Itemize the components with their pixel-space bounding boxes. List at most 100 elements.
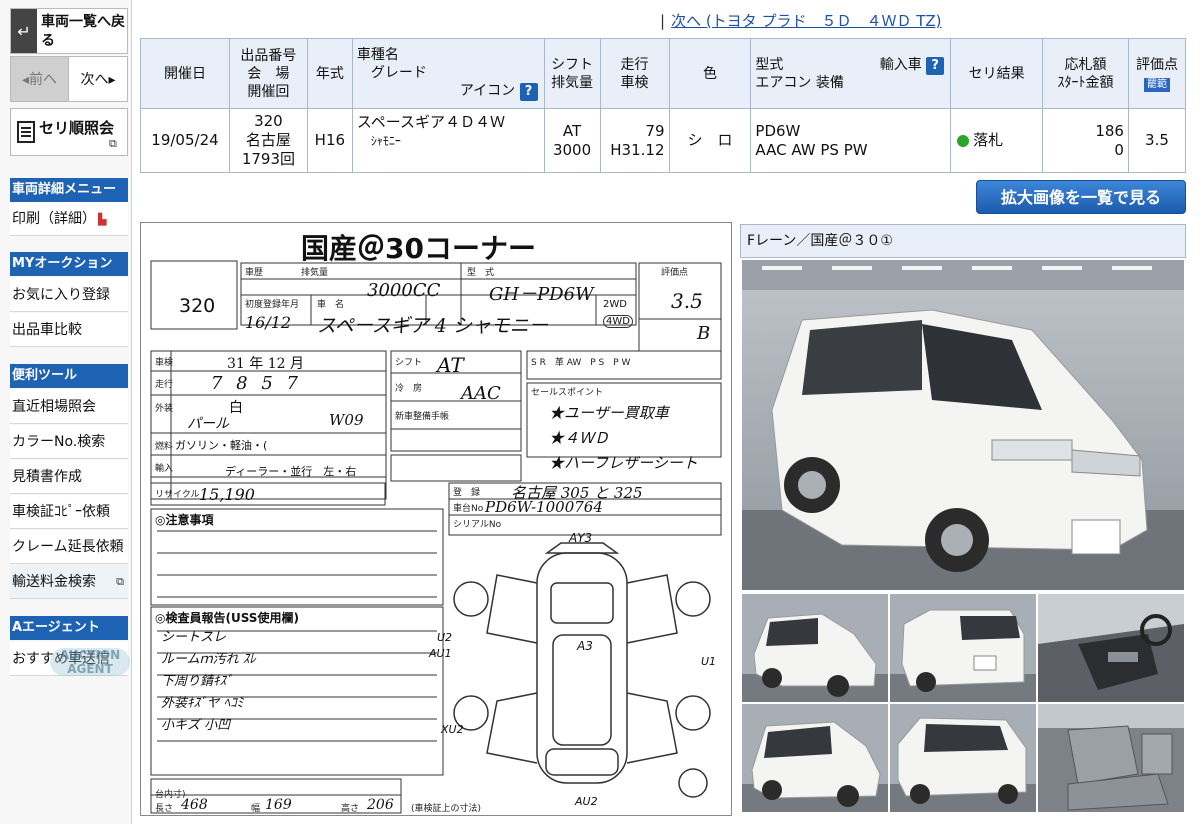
van-side-thumbnail-image	[742, 704, 888, 812]
external-window-icon: ⧉	[116, 575, 124, 588]
seats-thumbnail-image	[1038, 704, 1184, 812]
thumbnail-photo[interactable]	[1038, 594, 1184, 702]
sheet-chassis: PD6W-1000764	[485, 498, 603, 516]
recommend-link[interactable]: おすすめ車送信 AUCTION AGENT	[10, 642, 130, 676]
estimate-link[interactable]: 見積書作成	[10, 460, 128, 494]
favorite-link[interactable]: お気に入り登録	[10, 278, 128, 312]
print-label: 印刷（詳細）	[12, 211, 96, 227]
thumbnail-photo[interactable]	[890, 704, 1036, 812]
back-to-list-button[interactable]: ↵ 車両一覧へ戻る	[10, 8, 128, 54]
inspection-sheet[interactable]: 車歴 排気量 型 式 初度登録年月 車 名 評価点 車検 走行 外装 燃料 輸入 リサイクル シ…	[140, 222, 732, 816]
transport-label: 輸送料金検索	[12, 574, 96, 590]
help-icon[interactable]: ?	[926, 56, 945, 75]
col-model: 車種名 グレード アイコン ?	[351, 38, 545, 109]
svg-text:輸入: 輸入	[155, 462, 173, 474]
sheet-handle: ディーラー・並行 左・右	[225, 465, 357, 478]
col-type-line3: エアコン 装備	[755, 74, 844, 91]
col-model-line3: アイコン	[459, 83, 516, 99]
sheet-displacement: 3000CC	[367, 280, 441, 301]
svg-text:初度登録年月: 初度登録年月	[245, 298, 299, 310]
cell-bid-amount: 186	[1095, 121, 1124, 140]
cell-model-name: スペースギア４Ｄ４Ｗ	[356, 113, 506, 131]
svg-text:車 名: 車 名	[317, 298, 344, 310]
van-thumbnail-image	[742, 594, 888, 702]
cell-lot: 320 名古屋 1793回	[228, 108, 308, 173]
col-type-line2: 輸入車	[879, 56, 922, 73]
cell-start-amount: 0	[1114, 140, 1124, 159]
col-bid-line1: 応札額	[1064, 56, 1107, 73]
market-link[interactable]: 直近相場照会	[10, 390, 128, 424]
help-icon[interactable]: ?	[519, 83, 538, 101]
cell-session: 1793回	[241, 150, 295, 168]
compare-link[interactable]: 出品車比較	[10, 313, 128, 347]
enlarge-images-button[interactable]: 拡大画像を一覧で見る	[976, 180, 1186, 214]
svg-text:車台No: 車台No	[453, 502, 484, 514]
sheet-score: 3.5	[671, 289, 703, 313]
svg-text:リサイクル: リサイクル	[155, 489, 200, 500]
sidebar: ↵ 車両一覧へ戻る ◂前へ 次へ▸ セリ順照会 ⧉ 車両詳細メニュー 印刷（詳細…	[0, 0, 132, 824]
damage-mark: AU2	[575, 795, 598, 808]
svg-text:新車整備手帳: 新車整備手帳	[395, 410, 449, 422]
notes-header: ◎注意事項	[155, 513, 214, 527]
sheet-interior: B	[697, 323, 711, 344]
col-type-line1: 型式	[755, 56, 784, 73]
col-shift-line2: 排気量	[551, 74, 594, 91]
col-model-line1: 車種名	[356, 47, 399, 63]
seri-order-button[interactable]: セリ順照会 ⧉	[10, 108, 128, 156]
print-detail-link[interactable]: 印刷（詳細） ▙	[10, 202, 128, 236]
svg-text:型 式: 型 式	[467, 266, 494, 278]
sheet-ac: AAC	[461, 383, 501, 404]
inspection-copy-link[interactable]: 車検証ｺﾋﾟｰ依頼	[10, 495, 128, 529]
svg-text:幅: 幅	[251, 802, 260, 814]
dim-width: 169	[265, 797, 292, 813]
svg-text:シリアルNo: シリアルNo	[453, 520, 502, 530]
score-badge[interactable]: 罷範	[1143, 77, 1170, 92]
sheet-first-reg: 16/12	[245, 313, 292, 332]
svg-text:シフト: シフト	[395, 358, 422, 368]
thumbnail-photo[interactable]	[890, 594, 1036, 702]
col-lot: 出品番号 会 場 開催回	[228, 38, 308, 109]
damage-mark: U1	[701, 655, 717, 668]
main-vehicle-photo[interactable]	[742, 260, 1184, 590]
sales-point: ★ハーフレザーシート	[549, 454, 698, 472]
cell-bid: 186 0	[1042, 108, 1129, 173]
pdf-icon: ▙	[98, 213, 107, 226]
col-bid-line2: ｽﾀｰﾄ金額	[1057, 74, 1114, 91]
dim-height: 206	[367, 797, 394, 813]
transport-fee-link[interactable]: 輸送料金検索 ⧉	[10, 565, 128, 599]
svg-text:冷 房: 冷 房	[395, 382, 422, 394]
svg-text:評価点: 評価点	[661, 266, 688, 278]
sheet-color-orig: 白	[229, 400, 243, 416]
van-rear-side-thumbnail-image	[890, 704, 1036, 812]
col-type-row1: 型式 輸入車 ?	[755, 56, 950, 75]
claim-extension-link[interactable]: クレーム延長依頼	[10, 530, 128, 564]
sheet-shaken: 31 年 12 月	[227, 356, 304, 372]
sheet-2wd: 2WD	[603, 299, 627, 310]
next-button[interactable]: 次へ▸	[69, 56, 128, 102]
thumbnail-photo[interactable]	[742, 704, 888, 812]
back-label: 車両一覧へ戻る	[41, 14, 125, 49]
cell-result: 落札	[950, 108, 1044, 173]
sheet-drive: 4WD	[603, 315, 633, 328]
cell-mileage: 79 H31.12	[599, 108, 670, 173]
cell-score: 3.5	[1127, 108, 1187, 173]
color-search-link[interactable]: カラーNo.検索	[10, 425, 128, 459]
thumbnail-photo[interactable]	[1038, 704, 1184, 812]
prev-button[interactable]: ◂前へ	[10, 56, 69, 102]
divider: |	[660, 12, 666, 30]
col-lot-line3: 開催回	[247, 83, 290, 100]
damage-mark: A3	[577, 639, 593, 653]
thumbnail-photo[interactable]	[742, 594, 888, 702]
col-model-line2: グレード	[370, 65, 427, 81]
seri-label: セリ順照会	[39, 119, 115, 137]
col-score: 評価点 罷範	[1127, 38, 1187, 109]
next-vehicle-nav: | 次へ (トヨタ プラド ５Ｄ ４ＷＤ TZ)	[660, 10, 942, 31]
next-vehicle-link[interactable]: 次へ (トヨタ プラド ５Ｄ ４ＷＤ TZ)	[671, 12, 941, 30]
svg-text:S R 革 AW P S P W: S R 革 AW P S P W	[531, 356, 631, 368]
svg-text:長さ: 長さ	[155, 803, 173, 814]
svg-text:外装: 外装	[155, 402, 173, 414]
dim-length: 468	[181, 797, 208, 813]
table-header-row: 開催日 出品番号 会 場 開催回 年式 車種名 グレード アイコン ? シフト …	[140, 38, 1187, 109]
col-import-wrap: 輸入車 ?	[880, 56, 950, 75]
cell-grade: ｼｬﾓﾆｰ	[370, 134, 401, 148]
